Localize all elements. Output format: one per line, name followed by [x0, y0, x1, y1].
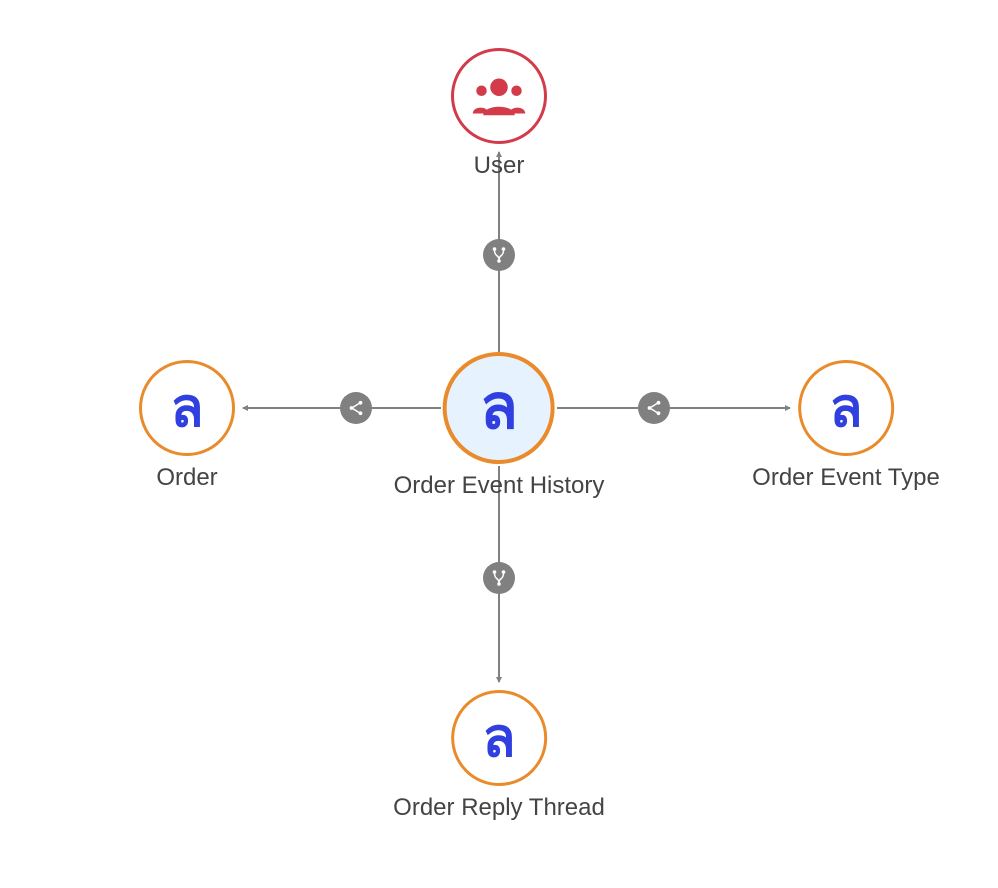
- edge-badge-branch-icon: [483, 239, 515, 271]
- node-order[interactable]: ล Order: [139, 360, 235, 492]
- edge-badge-branch-icon: [483, 562, 515, 594]
- users-icon: [471, 74, 527, 118]
- node-order-event-type[interactable]: ล Order Event Type: [752, 360, 940, 492]
- node-order-event-history-label: Order Event History: [394, 472, 605, 500]
- node-order-event-type-label: Order Event Type: [752, 464, 940, 492]
- node-user-label: User: [451, 152, 547, 180]
- edge-badge-share-icon: [340, 392, 372, 424]
- node-order-label: Order: [139, 464, 235, 492]
- node-order-reply-thread[interactable]: ล Order Reply Thread: [393, 690, 605, 822]
- diagram-canvas: { "diagram": { "nodes": { "center": { "l…: [0, 0, 998, 888]
- entity-glyph-icon: ล: [170, 381, 203, 435]
- branch-icon: [490, 569, 508, 587]
- branch-icon: [490, 246, 508, 264]
- entity-glyph-icon: ล: [482, 711, 515, 765]
- entity-glyph-icon: ล: [829, 381, 862, 435]
- node-order-event-history[interactable]: ล Order Event History: [394, 352, 605, 500]
- share-icon: [347, 399, 365, 417]
- entity-glyph-icon: ล: [480, 377, 518, 439]
- node-order-reply-thread-label: Order Reply Thread: [393, 794, 605, 822]
- node-user[interactable]: User: [451, 48, 547, 180]
- edge-badge-share-icon: [638, 392, 670, 424]
- share-icon: [645, 399, 663, 417]
